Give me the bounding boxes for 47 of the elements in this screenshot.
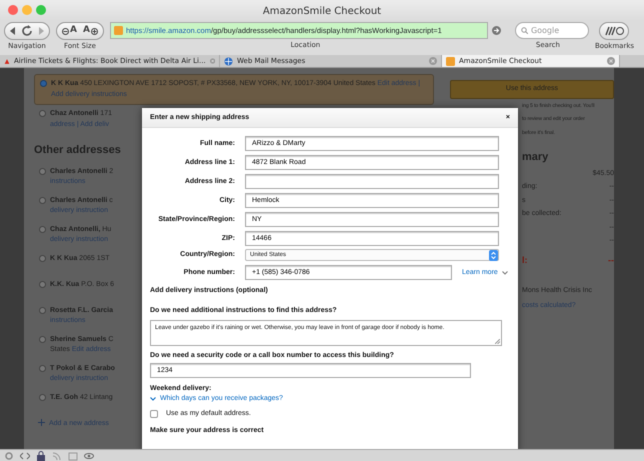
code-icon[interactable] [20, 450, 30, 460]
radio-button[interactable] [39, 306, 46, 314]
site-favicon-icon [446, 56, 455, 66]
chevron-icon [502, 270, 508, 274]
radio-button[interactable] [39, 394, 46, 400]
total-label: l: [522, 254, 528, 266]
radio-button[interactable] [39, 196, 46, 204]
radio-button[interactable] [40, 80, 47, 87]
font-larger-button[interactable]: A [80, 24, 100, 38]
rss-icon[interactable] [52, 450, 62, 460]
reload-icon[interactable] [20, 24, 34, 38]
minus-icon [62, 28, 69, 34]
radio-button[interactable] [39, 336, 46, 342]
minimize-window-button[interactable] [22, 5, 32, 15]
close-icon[interactable] [429, 57, 437, 65]
total-value: -- [608, 254, 614, 266]
plus-icon [38, 418, 45, 426]
plus-icon [90, 28, 98, 34]
radio-button[interactable] [39, 110, 46, 117]
radio-button[interactable] [39, 364, 46, 372]
eye-icon[interactable] [84, 450, 94, 460]
input-field[interactable] [245, 174, 499, 189]
radio-button[interactable] [39, 226, 46, 232]
go-icon[interactable] [492, 26, 501, 35]
site-favicon-icon [114, 26, 123, 35]
checkbox[interactable] [150, 410, 158, 418]
zoom-window-button[interactable] [36, 5, 46, 15]
globe-icon [224, 56, 233, 66]
forward-icon[interactable] [36, 26, 46, 36]
close-icon[interactable] [607, 57, 615, 65]
radio-button[interactable] [39, 280, 46, 288]
bookmarks-icon[interactable] [603, 26, 626, 36]
lock-icon[interactable] [36, 450, 46, 460]
summary-heading: mary [522, 150, 550, 165]
close-window-button[interactable] [8, 5, 18, 15]
close-icon[interactable] [210, 57, 215, 65]
back-icon[interactable] [8, 26, 18, 36]
radio-button[interactable] [39, 254, 46, 262]
chevron-icon [150, 396, 156, 400]
resize-handle-icon [495, 339, 500, 344]
font-smaller-button[interactable]: A [60, 24, 79, 38]
window-title: AmazonSmile Checkout [262, 6, 382, 17]
radio-button[interactable] [39, 168, 46, 174]
section-heading: Other addresses [34, 143, 121, 158]
search-icon [520, 27, 528, 34]
stepper-icon [489, 250, 498, 260]
triangle-favicon-icon [4, 56, 10, 66]
